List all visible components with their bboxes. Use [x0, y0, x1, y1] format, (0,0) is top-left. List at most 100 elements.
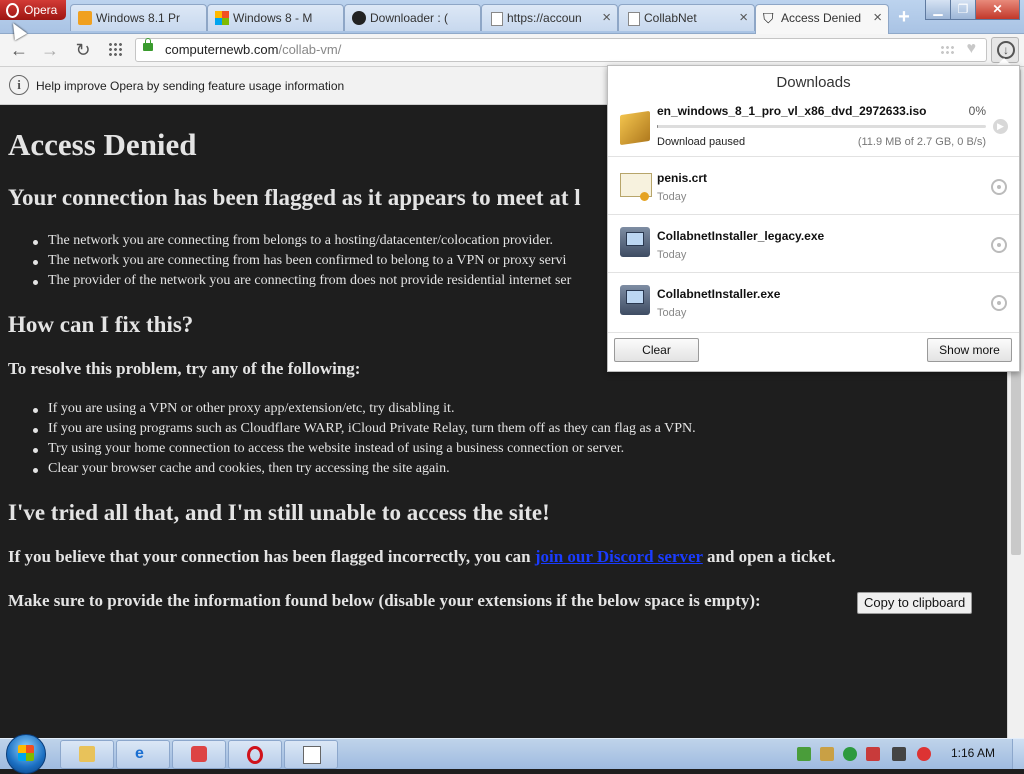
opera-menu-button[interactable]: Opera [0, 0, 66, 20]
download-date: Today [657, 307, 687, 319]
certificate-icon [620, 173, 652, 201]
info-icon: i [9, 75, 29, 95]
download-size: (11.9 MB of 2.7 GB, 0 B/s) [857, 136, 986, 148]
downloads-title: Downloads [776, 74, 851, 91]
resume-download-icon[interactable]: ▶ [993, 119, 1008, 134]
tab-downloader[interactable]: Downloader : ( [344, 4, 481, 31]
taskbar-explorer[interactable] [60, 740, 114, 769]
resolve-heading: To resolve this problem, try any of the … [8, 359, 361, 378]
list-item: Try using your home connection to access… [32, 441, 625, 456]
tab-windows-81[interactable]: Windows 8.1 Pr [70, 4, 207, 31]
discord-link[interactable]: join our Discord server [535, 547, 703, 566]
download-filename: penis.crt [657, 171, 708, 185]
url-host: computernewb.com [165, 42, 279, 57]
download-item[interactable]: CollabnetInstaller.exe Today [608, 272, 1019, 331]
minimize-button[interactable]: ▁ [925, 0, 951, 20]
incorrect-flag-text: If you believe that your connection has … [8, 547, 835, 567]
reload-button[interactable]: ↻ [73, 40, 93, 60]
taskbar: e 1:16 AM [0, 734, 1024, 774]
installer-icon [620, 227, 650, 257]
bookmark-heart-icon[interactable]: ♥ [967, 40, 977, 58]
download-filename: CollabnetInstaller_legacy.exe [657, 229, 825, 243]
tab-windows-8[interactable]: Windows 8 - M [207, 4, 344, 31]
package-icon [620, 110, 650, 146]
windows-8.1-icon [78, 11, 92, 25]
list-item: The network you are connecting from has … [32, 253, 567, 268]
taskbar-internet-explorer[interactable]: e [116, 740, 170, 769]
download-filename: en_windows_8_1_pro_vl_x86_dvd_2972633.is… [657, 104, 927, 118]
download-item[interactable]: CollabnetInstaller_legacy.exe Today [608, 214, 1019, 273]
tab-account[interactable]: https://accoun × [481, 4, 618, 31]
forward-button[interactable]: → [40, 40, 60, 60]
info-bar-text: Help improve Opera by sending feature us… [36, 79, 345, 93]
taskbar-media-player[interactable] [172, 740, 226, 769]
tab-title: Access Denied [781, 11, 862, 25]
show-more-button[interactable]: Show more [927, 338, 1012, 362]
download-percent: 0% [968, 104, 986, 118]
flagged-heading: Your connection has been flagged as it a… [8, 185, 581, 210]
incorrect-prefix: If you believe that your connection has … [8, 547, 535, 566]
speed-dial-icon[interactable] [108, 42, 122, 56]
close-window-button[interactable]: ✕ [975, 0, 1020, 20]
taskbar-clock[interactable]: 1:16 AM [951, 746, 995, 760]
start-button[interactable] [6, 734, 46, 774]
list-item: The network you are connecting from belo… [32, 233, 554, 248]
back-button[interactable]: ← [9, 40, 29, 60]
fix-heading: How can I fix this? [8, 312, 194, 337]
download-icon: ↓ [997, 41, 1015, 59]
close-tab-icon[interactable]: × [873, 9, 882, 26]
incorrect-suffix: and open a ticket. [702, 547, 836, 566]
close-tab-icon[interactable]: × [602, 9, 611, 26]
download-status: Download paused [657, 136, 746, 148]
speed-dial-add-icon[interactable] [940, 45, 954, 55]
security-tray-icon[interactable] [866, 747, 880, 761]
folder-icon [79, 746, 95, 762]
taskbar-opera[interactable] [228, 740, 282, 769]
shield-icon: ⛉ [763, 10, 774, 26]
show-in-folder-icon[interactable] [991, 237, 1007, 253]
new-tab-button[interactable]: + [894, 7, 914, 27]
tab-collabnet[interactable]: CollabNet × [618, 4, 755, 31]
windows-logo-icon [215, 11, 229, 25]
title-bar: Opera Windows 8.1 Pr Windows 8 - M Downl… [0, 0, 1024, 34]
document-icon [491, 12, 503, 26]
show-desktop-button[interactable] [1012, 739, 1024, 769]
download-progress-fill [657, 125, 659, 128]
copy-to-clipboard-button[interactable]: Copy to clipboard [857, 592, 973, 614]
notepad-icon [303, 746, 321, 764]
download-date: Today [657, 249, 687, 261]
address-toolbar: ← → ↻ computernewb.com/collab-vm/ ♥ ↓ [0, 34, 1024, 67]
download-filename: CollabnetInstaller.exe [657, 287, 781, 301]
drive-tray-icon[interactable] [820, 747, 834, 761]
network-tray-icon[interactable] [797, 747, 811, 761]
installer-icon [620, 285, 650, 315]
download-progress-bar [657, 125, 986, 128]
tab-access-denied[interactable]: ⛉ Access Denied × [755, 4, 889, 34]
opera-logo-icon [6, 3, 19, 18]
play-tray-icon[interactable] [843, 747, 857, 761]
list-item: If you are using programs such as Cloudf… [33, 421, 696, 436]
tab-title: Windows 8.1 Pr [96, 11, 181, 25]
page-title: Access Denied [8, 127, 197, 162]
clear-downloads-button[interactable]: Clear [614, 338, 699, 362]
opera-icon [247, 746, 263, 764]
list-item: Clear your browser cache and cookies, th… [33, 461, 450, 476]
tried-heading: I've tried all that, and I'm still unabl… [8, 500, 550, 525]
download-item[interactable]: en_windows_8_1_pro_vl_x86_dvd_2972633.is… [608, 99, 1019, 155]
show-in-folder-icon[interactable] [991, 295, 1007, 311]
tab-title: Downloader : ( [370, 11, 449, 25]
github-icon [352, 11, 366, 25]
address-bar[interactable]: computernewb.com/collab-vm/ ♥ [135, 38, 987, 62]
tab-title: CollabNet [644, 11, 697, 25]
provide-info-text: Make sure to provide the information fou… [8, 591, 761, 610]
internet-explorer-icon: e [135, 745, 144, 762]
taskbar-notepad[interactable] [284, 740, 338, 769]
volume-muted-icon[interactable] [917, 747, 931, 761]
monitor-tray-icon[interactable] [892, 747, 906, 761]
lock-icon[interactable] [143, 38, 153, 51]
download-item[interactable]: penis.crt Today [608, 156, 1019, 215]
list-item: If you are using a VPN or other proxy ap… [32, 401, 455, 416]
maximize-button[interactable]: ❐ [950, 0, 976, 20]
show-in-folder-icon[interactable] [991, 179, 1007, 195]
close-tab-icon[interactable]: × [739, 9, 748, 26]
